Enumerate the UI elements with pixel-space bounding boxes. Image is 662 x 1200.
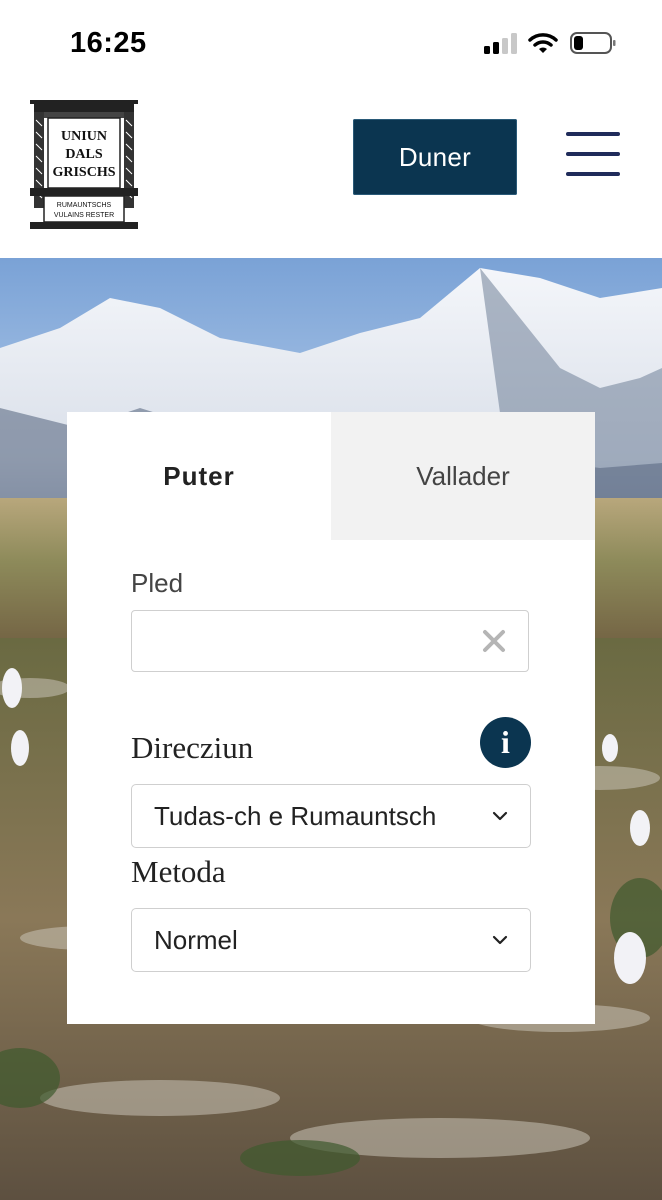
status-bar: 16:25 xyxy=(0,0,662,88)
pled-input[interactable] xyxy=(131,610,529,672)
tab-puter[interactable]: Puter xyxy=(67,412,331,540)
idiom-tabs: Puter Vallader xyxy=(67,412,595,540)
direction-label: Direcziun xyxy=(131,730,254,765)
svg-text:VULAINS RESTER: VULAINS RESTER xyxy=(54,212,114,219)
svg-text:UNIUN: UNIUN xyxy=(61,129,107,144)
chevron-down-icon xyxy=(492,811,508,821)
tab-vallader[interactable]: Vallader xyxy=(331,412,595,540)
donate-button[interactable]: Duner xyxy=(353,119,517,195)
site-header: UNIUN DALS GRISCHS RUMAUNTSCHS VULAINS R… xyxy=(0,88,662,258)
svg-text:DALS: DALS xyxy=(65,147,103,162)
method-select[interactable]: Normel xyxy=(131,908,531,972)
uniun-dals-grischs-logo[interactable]: UNIUN DALS GRISCHS RUMAUNTSCHS VULAINS R… xyxy=(28,100,140,230)
svg-text:RUMAUNTSCHS: RUMAUNTSCHS xyxy=(57,202,112,209)
translator-card: Puter Vallader Pled Direcziun i Tudas-ch… xyxy=(67,412,595,1024)
hamburger-menu-icon[interactable] xyxy=(566,132,620,176)
direction-select[interactable]: Tudas-ch e Rumauntsch xyxy=(131,784,531,848)
chevron-down-icon xyxy=(492,935,508,945)
wifi-icon xyxy=(528,33,558,53)
status-time: 16:25 xyxy=(70,27,147,59)
method-select-value: Normel xyxy=(154,924,238,955)
info-icon[interactable]: i xyxy=(480,717,531,768)
cellular-signal-icon xyxy=(484,32,518,54)
svg-text:GRISCHS: GRISCHS xyxy=(52,165,115,180)
direction-select-value: Tudas-ch e Rumauntsch xyxy=(154,800,437,831)
clear-icon[interactable] xyxy=(481,628,507,654)
pled-label: Pled xyxy=(131,568,184,598)
battery-low-icon xyxy=(570,32,616,54)
method-label: Metoda xyxy=(131,854,226,889)
